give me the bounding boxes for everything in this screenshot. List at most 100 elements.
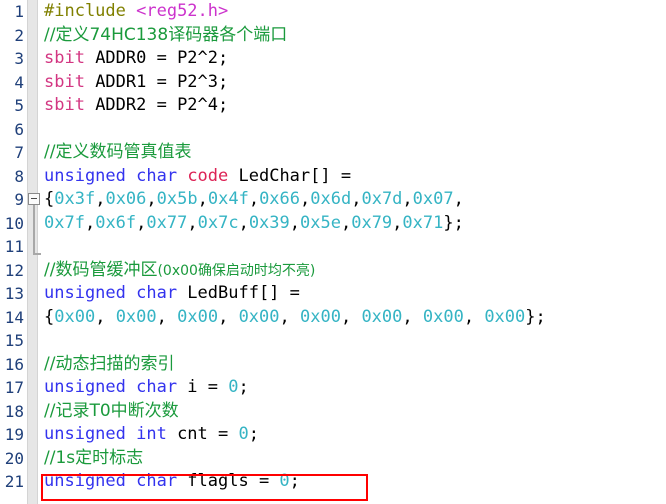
- code-line[interactable]: 19 unsigned int cnt = 0;: [0, 423, 666, 447]
- code-line[interactable]: 7 //定义数码管真值表: [0, 141, 666, 165]
- code-token: ADDR0 = P2^2;: [84, 48, 229, 68]
- code-line[interactable]: 10 0x7f,0x6f,0x77,0x7c,0x39,0x5e,0x79,0x7…: [0, 212, 666, 236]
- code-token: 0x7f: [44, 212, 85, 233]
- code-token: ,: [95, 189, 106, 209]
- code-token: #include: [44, 1, 137, 21]
- line-text: //1s定时标志: [44, 447, 143, 471]
- code-line[interactable]: 14 {0x00, 0x00, 0x00, 0x00, 0x00, 0x00, 0…: [0, 306, 666, 330]
- code-token: LedBuff[] =: [177, 283, 300, 303]
- code-token: 0x6f: [95, 212, 137, 233]
- code-line[interactable]: 6: [0, 118, 666, 142]
- code-token: 0x00: [300, 306, 341, 327]
- code-token: (0x00确保启动时均不亮): [157, 262, 316, 279]
- code-token: {: [44, 306, 55, 327]
- code-line[interactable]: 17 unsigned char i = 0;: [0, 376, 666, 400]
- code-token: 0x00: [422, 306, 464, 327]
- code-token: ADDR2 = P2^4;: [84, 95, 229, 115]
- line-number: 12: [4, 260, 24, 280]
- line-number: 11: [4, 237, 24, 256]
- code-token: sbit: [44, 95, 85, 115]
- line-number: 17: [4, 378, 24, 397]
- line-text: //动态扫描的索引: [44, 353, 174, 377]
- code-token: <reg52.h>: [136, 1, 229, 21]
- code-token: //数码管缓冲区: [44, 259, 158, 280]
- code-token: //定义74HC138译码器各个端口: [44, 24, 288, 45]
- code-line[interactable]: 2 //定义74HC138译码器各个端口: [0, 24, 666, 48]
- code-token: 0: [238, 424, 249, 444]
- code-token: ;: [248, 424, 259, 444]
- line-number: 1: [14, 2, 24, 21]
- line-number: 5: [14, 96, 24, 115]
- line-text: sbit ADDR1 = P2^3;: [44, 71, 228, 95]
- line-text: {0x00, 0x00, 0x00, 0x00, 0x00, 0x00, 0x0…: [44, 306, 546, 330]
- code-token: ,: [218, 306, 239, 327]
- code-token: 0x00: [238, 306, 280, 327]
- line-text: unsigned char LedBuff[] =: [44, 282, 300, 306]
- code-token: LedChar[] =: [228, 165, 352, 186]
- code-token: ,: [340, 212, 352, 233]
- line-text: unsigned char flagls = 0;: [44, 470, 300, 494]
- code-token: 0x39: [248, 212, 290, 233]
- code-line[interactable]: 13 unsigned char LedBuff[] =: [0, 282, 666, 306]
- line-number: 13: [4, 284, 24, 303]
- code-token: sbit: [44, 71, 85, 92]
- line-text: unsigned int cnt = 0;: [44, 423, 259, 447]
- code-token: };: [443, 212, 464, 233]
- code-token: ,: [156, 306, 178, 327]
- code-token: 0x66: [259, 189, 301, 209]
- code-token: ,: [187, 212, 198, 233]
- code-token: 0x4f: [207, 189, 249, 209]
- code-token: ,: [238, 212, 249, 233]
- code-token: ,: [136, 212, 147, 233]
- code-token: 0: [279, 471, 290, 491]
- code-line[interactable]: 20 //1s定时标志: [0, 447, 666, 471]
- code-line[interactable]: 15: [0, 329, 666, 353]
- line-text: 0x7f,0x6f,0x77,0x7c,0x39,0x5e,0x79,0x71}…: [44, 212, 464, 236]
- code-token: ,: [402, 189, 413, 209]
- line-number: 15: [4, 331, 24, 350]
- line-text: //记录T0中断次数: [44, 400, 179, 424]
- code-token: 0x07: [412, 189, 454, 209]
- code-token: 0x7c: [197, 212, 239, 233]
- code-token: 0x5e: [300, 212, 341, 233]
- code-token: ,: [146, 189, 157, 209]
- line-number: 6: [14, 119, 24, 139]
- code-token: unsigned int: [44, 424, 167, 444]
- code-editor[interactable]: 1 #include <reg52.h> 2 //定义74HC138译码器各个端口 3 s…: [0, 0, 666, 504]
- code-line[interactable]: 5 sbit ADDR2 = P2^4;: [0, 94, 666, 118]
- code-token: ,: [340, 306, 362, 327]
- line-text: //定义74HC138译码器各个端口: [44, 24, 287, 48]
- code-line[interactable]: 1 #include <reg52.h>: [0, 0, 666, 24]
- code-token: 0x3f: [54, 189, 96, 209]
- code-fold-bracket-foot: [33, 253, 41, 255]
- code-token: ;: [238, 377, 249, 397]
- code-token: 0x5b: [156, 189, 198, 209]
- line-number: 4: [14, 72, 24, 92]
- code-line[interactable]: 8 unsigned char code LedChar[] =: [0, 165, 666, 189]
- code-fold-toggle-icon[interactable]: [28, 193, 40, 205]
- code-token: code: [187, 165, 229, 186]
- code-token: {: [44, 189, 55, 209]
- code-line[interactable]: 3 sbit ADDR0 = P2^2;: [0, 47, 666, 71]
- code-line[interactable]: 9 {0x3f,0x06,0x5b,0x4f,0x66,0x6d,0x7d,0x0…: [0, 188, 666, 212]
- line-number: 3: [14, 49, 24, 68]
- code-line[interactable]: 16 //动态扫描的索引: [0, 353, 666, 377]
- code-line[interactable]: 12 //数码管缓冲区(0x00确保启动时均不亮): [0, 259, 666, 283]
- code-token: ,: [289, 212, 301, 233]
- code-line[interactable]: 4 sbit ADDR1 = P2^3;: [0, 71, 666, 95]
- code-token: ,: [392, 212, 403, 233]
- line-text: //数码管缓冲区(0x00确保启动时均不亮): [44, 259, 315, 284]
- code-line[interactable]: 18 //记录T0中断次数: [0, 400, 666, 424]
- code-token: ,: [453, 189, 464, 209]
- line-number: 10: [4, 213, 24, 233]
- code-token: ,: [279, 306, 300, 327]
- code-line[interactable]: 11: [0, 235, 666, 259]
- code-token: i =: [177, 377, 229, 397]
- code-token: sbit: [44, 48, 85, 68]
- code-token: 0x79: [351, 212, 393, 233]
- code-line[interactable]: 21 unsigned char flagls = 0;: [0, 470, 666, 494]
- code-token: 0x00: [361, 306, 403, 327]
- code-lines-container[interactable]: 1 #include <reg52.h> 2 //定义74HC138译码器各个端口 3 s…: [0, 0, 666, 504]
- code-token: 0x77: [146, 212, 188, 233]
